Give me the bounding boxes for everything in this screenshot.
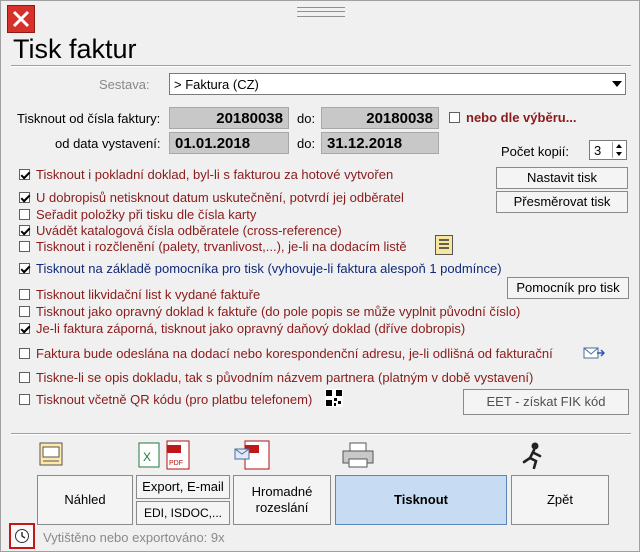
print-button[interactable]: Tisknout	[335, 475, 507, 525]
svg-text:PDF: PDF	[169, 460, 183, 467]
option-row[interactable]: Uvádět katalogová čísla odběratele (cros…	[19, 223, 342, 238]
option-checkbox[interactable]	[19, 225, 30, 236]
option-row[interactable]: Tisknout včetně QR kódu (pro platbu tele…	[19, 392, 312, 407]
option-row[interactable]: Tisknout likvidační list k vydané faktuř…	[19, 287, 260, 302]
export-icon: X PDF	[137, 439, 193, 474]
option-label: Uvádět katalogová čísla odběratele (cros…	[36, 223, 342, 238]
option-checkbox[interactable]	[19, 169, 30, 180]
dialog-window: Tisk faktur Sestava: > Faktura (CZ) Tisk…	[0, 0, 640, 552]
to-number-label: do:	[297, 111, 316, 126]
mass-send-button[interactable]: Hromadné rozeslání	[233, 475, 331, 525]
option-label: Tisknout likvidační list k vydané faktuř…	[36, 287, 261, 302]
date-from-label: od data vystavení:	[55, 136, 161, 151]
history-button[interactable]	[9, 523, 35, 549]
exit-icon	[517, 441, 547, 472]
option-checkbox[interactable]	[19, 209, 30, 220]
sestava-select[interactable]: > Faktura (CZ)	[169, 73, 626, 95]
selection-option[interactable]: nebo dle výběru...	[449, 110, 577, 125]
option-label: Tiskne-li se opis dokladu, tak s původní…	[36, 370, 534, 385]
option-row[interactable]: U dobropisů netisknout datum uskutečnění…	[19, 190, 404, 205]
svg-text:X: X	[143, 450, 151, 464]
printer-icon	[341, 441, 375, 472]
option-checkbox[interactable]	[19, 263, 30, 274]
option-checkbox[interactable]	[19, 394, 30, 405]
sestava-value: > Faktura (CZ)	[174, 77, 259, 92]
back-button[interactable]: Zpět	[511, 475, 609, 525]
date-to-field[interactable]: 31.12.2018	[321, 132, 439, 154]
option-row[interactable]: Tisknout i pokladní doklad, byl-li s fak…	[19, 167, 393, 182]
option-label: Tisknout i pokladní doklad, byl-li s fak…	[36, 167, 394, 182]
option-label: U dobropisů netisknout datum uskutečnění…	[36, 190, 404, 205]
option-row[interactable]: Tisknout i rozčlenění (palety, trvanlivo…	[19, 239, 407, 254]
status-text: Vytištěno nebo exportováno: 9x	[43, 530, 225, 545]
selection-checkbox[interactable]	[449, 112, 460, 123]
selection-label: nebo dle výběru...	[466, 110, 577, 125]
date-from-field[interactable]: 01.01.2018	[169, 132, 289, 154]
presmerovat-tisk-button[interactable]: Přesměrovat tisk	[496, 191, 628, 213]
option-label: Tisknout na základě pomocníka pro tisk (…	[36, 261, 502, 276]
address-icon[interactable]	[583, 345, 606, 364]
qr-code-icon	[325, 389, 343, 410]
option-label: Tisknout i rozčlenění (palety, trvanlivo…	[36, 239, 407, 254]
option-row[interactable]: Seřadit položky při tisku dle čísla kart…	[19, 207, 256, 222]
option-checkbox[interactable]	[19, 372, 30, 383]
eet-button[interactable]: EET - získat FIK kód	[463, 389, 629, 415]
edi-isdoc-button[interactable]: EDI, ISDOC,...	[136, 501, 230, 525]
export-email-button[interactable]: Export, E-mail	[136, 475, 230, 499]
clock-icon	[15, 529, 29, 543]
option-label: Tisknout včetně QR kódu (pro platbu tele…	[36, 392, 313, 407]
option-checkbox[interactable]	[19, 306, 30, 317]
close-icon	[12, 10, 30, 28]
copies-value: 3	[594, 143, 602, 158]
from-number-field[interactable]: 20180038	[169, 107, 289, 129]
to-number-field[interactable]: 20180038	[321, 107, 439, 129]
date-to-label: do:	[297, 136, 316, 151]
pomocnik-button[interactable]: Pomocník pro tisk	[507, 277, 629, 299]
option-row[interactable]: Tisknout jako opravný doklad k faktuře (…	[19, 304, 520, 319]
option-checkbox[interactable]	[19, 192, 30, 203]
option-label: Tisknout jako opravný doklad k faktuře (…	[36, 304, 521, 319]
option-row[interactable]: Tiskne-li se opis dokladu, tak s původní…	[19, 370, 533, 385]
copies-stepper[interactable]: 3	[589, 140, 627, 160]
preview-icon	[37, 441, 65, 472]
nastavit-tisk-button[interactable]: Nastavit tisk	[496, 167, 628, 189]
option-row[interactable]: Faktura bude odeslána na dodací nebo kor…	[19, 346, 553, 361]
list-icon	[439, 239, 449, 249]
stepper-up-icon[interactable]	[612, 142, 625, 150]
option-label: Je-li faktura záporná, tisknout jako opr…	[36, 321, 466, 336]
mass-send-icon	[233, 439, 273, 474]
divider	[11, 65, 631, 67]
divider	[11, 433, 631, 435]
resize-grip[interactable]	[297, 7, 345, 17]
option-checkbox[interactable]	[19, 323, 30, 334]
option-row[interactable]: Je-li faktura záporná, tisknout jako opr…	[19, 321, 465, 336]
delivery-list-icon[interactable]	[435, 235, 453, 255]
close-button[interactable]	[7, 5, 35, 33]
page-title: Tisk faktur	[13, 34, 137, 64]
option-label: Faktura bude odeslána na dodací nebo kor…	[36, 346, 553, 361]
option-row[interactable]: Tisknout na základě pomocníka pro tisk (…	[19, 261, 502, 276]
option-label: Seřadit položky při tisku dle čísla kart…	[36, 207, 257, 222]
copies-label: Počet kopií:	[501, 144, 569, 159]
envelope-arrow-icon	[583, 347, 606, 359]
option-checkbox[interactable]	[19, 289, 30, 300]
from-number-label: Tisknout od čísla faktury:	[17, 111, 161, 126]
preview-button[interactable]: Náhled	[37, 475, 133, 525]
option-checkbox[interactable]	[19, 348, 30, 359]
sestava-label: Sestava:	[99, 77, 150, 92]
chevron-down-icon[interactable]	[612, 81, 622, 87]
stepper-down-icon[interactable]	[612, 150, 625, 158]
option-checkbox[interactable]	[19, 241, 30, 252]
